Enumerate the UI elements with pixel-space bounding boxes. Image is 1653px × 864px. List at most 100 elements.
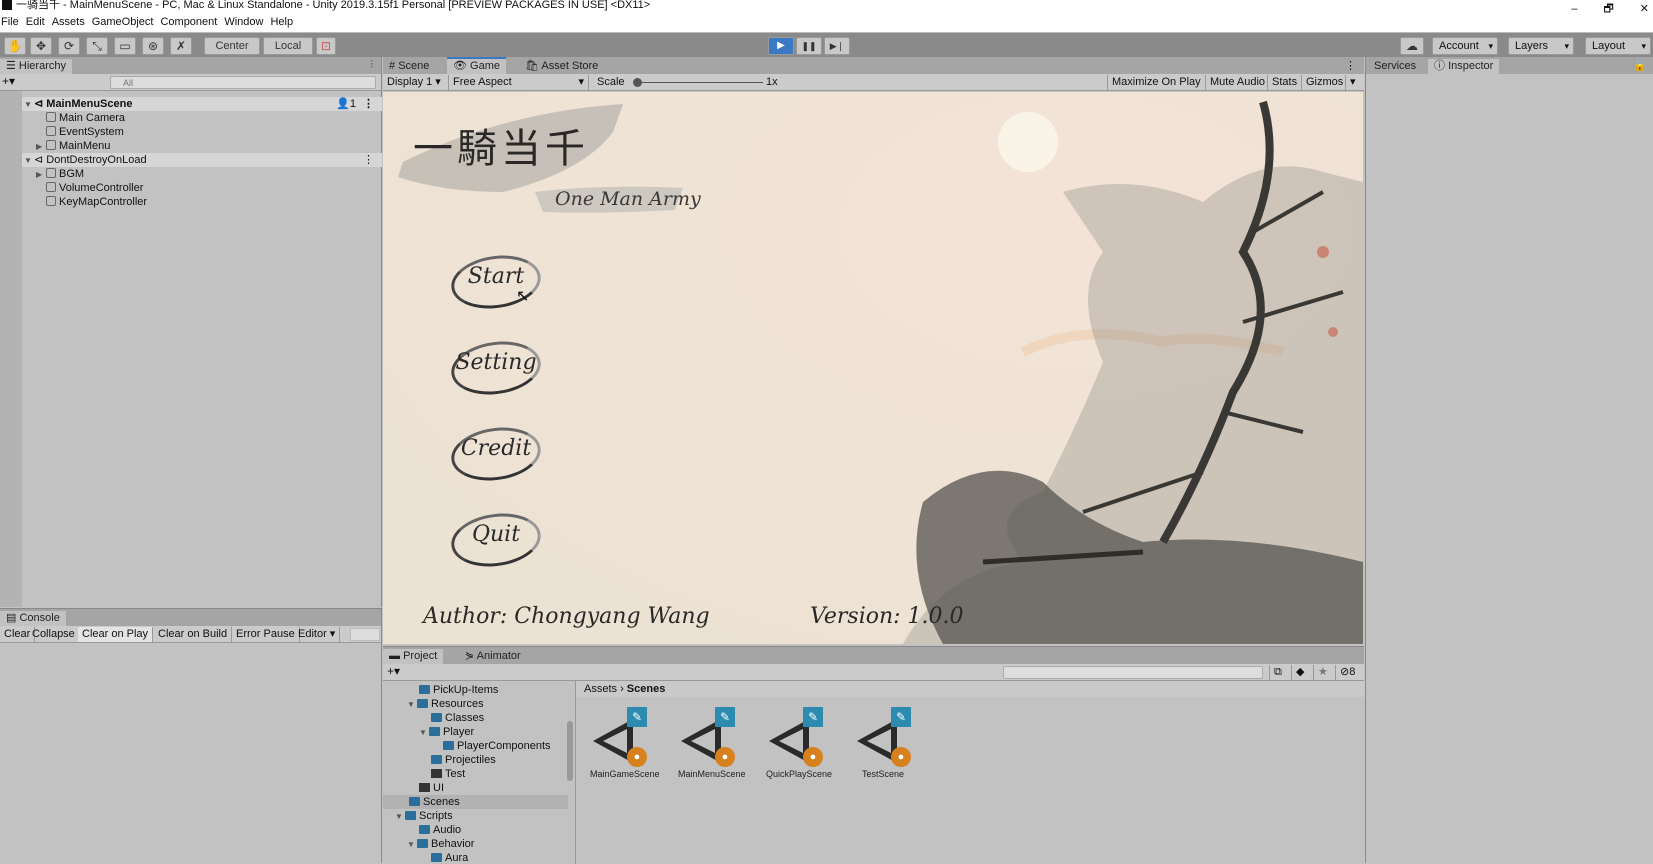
folder-icon <box>405 811 416 820</box>
error-pause-toggle[interactable]: Error Pause <box>232 627 300 642</box>
tab-console[interactable]: ▤ Console <box>0 611 66 626</box>
scene-asset[interactable]: ✎ ● MainMenuScene <box>678 707 746 779</box>
hierarchy-item[interactable]: ▶ MainMenu <box>36 139 110 153</box>
more-icon[interactable]: ⋮ <box>363 153 374 167</box>
tab-project[interactable]: ▬ Project <box>383 649 444 664</box>
folder-item[interactable]: Aura <box>431 851 468 864</box>
maximize-on-play-toggle[interactable]: Maximize On Play <box>1107 75 1205 90</box>
scale-slider-handle[interactable] <box>633 78 642 87</box>
folder-item[interactable]: Projectiles <box>431 753 496 767</box>
credit-button[interactable]: Credit <box>451 424 541 480</box>
snap-icon[interactable]: ⊡ <box>316 37 336 55</box>
search-by-label-icon[interactable]: ◆ <box>1291 665 1308 680</box>
folder-item[interactable]: PlayerComponents <box>443 739 551 753</box>
folder-item[interactable]: Test <box>431 767 465 781</box>
folder-icon <box>443 741 454 750</box>
mute-audio-toggle[interactable]: Mute Audio <box>1205 75 1269 90</box>
scale-slider[interactable] <box>633 78 763 87</box>
pause-button[interactable]: ❚❚ <box>796 37 822 55</box>
menu-assets[interactable]: Assets <box>52 16 85 28</box>
folder-item[interactable]: Classes <box>431 711 484 725</box>
quit-button[interactable]: Quit <box>451 510 541 566</box>
layout-dropdown[interactable]: Layout <box>1585 37 1651 55</box>
pivot-center-button[interactable]: Center <box>204 37 260 55</box>
menu-window[interactable]: Window <box>224 16 263 28</box>
menu-gameobject[interactable]: GameObject <box>92 16 154 28</box>
pivot-local-button[interactable]: Local <box>263 37 313 55</box>
menu-component[interactable]: Component <box>160 16 217 28</box>
tab-game[interactable]: 👁 Game <box>447 57 506 74</box>
rotate-tool-icon[interactable]: ⟳ <box>58 37 80 55</box>
aspect-dropdown[interactable]: Free Aspect ▾ <box>449 75 589 90</box>
clear-on-play-toggle[interactable]: Clear on Play <box>78 627 154 642</box>
hierarchy-item-scene[interactable]: ▼ ⊲ DontDestroyOnLoad ⋮ <box>22 153 382 167</box>
search-by-type-icon[interactable]: ⧉ <box>1269 665 1286 680</box>
tree-scrollbar[interactable] <box>567 721 573 781</box>
folder-item[interactable]: ▼ Behavior <box>407 837 474 851</box>
breadcrumb-scenes[interactable]: Scenes <box>627 683 666 695</box>
layers-dropdown[interactable]: Layers <box>1508 37 1574 55</box>
account-dropdown[interactable]: Account <box>1432 37 1498 55</box>
display-dropdown[interactable]: Display 1 ▾ <box>383 75 449 90</box>
tab-animator[interactable]: ⋟ Animator <box>459 649 527 664</box>
more-icon[interactable]: ⋮ <box>363 97 374 111</box>
folder-item[interactable]: PickUp-Items <box>419 683 498 697</box>
folder-item[interactable]: ▼ Resources <box>407 697 484 711</box>
game-view[interactable]: 一騎当千 One Man Army Start ↖ Setting Credit… <box>383 92 1363 644</box>
folder-icon <box>429 727 440 736</box>
step-button[interactable]: ▶❘ <box>824 37 850 55</box>
folder-item[interactable]: Audio <box>419 823 461 837</box>
tab-scene[interactable]: # Scene <box>383 59 435 74</box>
menu-file[interactable]: File <box>1 16 19 28</box>
folder-item[interactable]: ▼ Player <box>419 725 474 739</box>
hierarchy-item[interactable]: KeyMapController <box>46 195 147 209</box>
scale-tool-icon[interactable]: ⤡ <box>86 37 108 55</box>
setting-button[interactable]: Setting <box>451 338 541 394</box>
tab-inspector[interactable]: ⓘ Inspector <box>1428 59 1500 74</box>
lock-icon[interactable]: ⫶ <box>370 59 373 72</box>
hierarchy-item[interactable]: Main Camera <box>46 111 125 125</box>
hidden-packages-toggle[interactable]: ⊘8 <box>1335 665 1359 680</box>
create-button[interactable]: +▾ <box>2 74 15 88</box>
favorites-icon[interactable]: ★ <box>1313 665 1332 680</box>
tab-asset-store[interactable]: 🛍 Asset Store <box>519 59 604 74</box>
item-label: MainMenuScene <box>46 98 133 110</box>
main-toolbar: ✋ ✥ ⟳ ⤡ ▭ ⊛ ✗ Center Local ⊡ ▶ ❚❚ ▶❘ ☁ A… <box>0 32 1653 57</box>
move-tool-icon[interactable]: ✥ <box>30 37 52 55</box>
menu-help[interactable]: Help <box>270 16 293 28</box>
console-search-input[interactable] <box>350 628 380 641</box>
hand-tool-icon[interactable]: ✋ <box>4 37 26 55</box>
lock-icon[interactable]: 🔓 <box>1633 59 1647 72</box>
hierarchy-item[interactable]: VolumeController <box>46 181 143 195</box>
project-search-input[interactable] <box>1003 666 1263 679</box>
window-title: 一骑当千 - MainMenuScene - PC, Mac & Linux S… <box>16 0 651 11</box>
scene-asset[interactable]: ✎ ● TestScene <box>854 707 912 779</box>
menu-edit[interactable]: Edit <box>26 16 45 28</box>
hierarchy-item[interactable]: ▶ BGM <box>36 167 84 181</box>
game-title: 一騎当千 <box>413 126 589 172</box>
rect-tool-icon[interactable]: ▭ <box>114 37 136 55</box>
clear-on-build-toggle[interactable]: Clear on Build <box>154 627 233 642</box>
editor-dropdown[interactable]: Editor ▾ <box>294 627 341 642</box>
create-button[interactable]: +▾ <box>387 664 400 678</box>
more-icon[interactable]: ⋮ <box>1345 59 1356 72</box>
folder-item[interactable]: UI <box>419 781 444 795</box>
folder-item[interactable]: ▼ Scripts <box>395 809 453 823</box>
stats-toggle[interactable]: Stats <box>1267 75 1301 90</box>
scene-asset[interactable]: ✎ ● MainGameScene <box>590 707 660 779</box>
hierarchy-item-scene[interactable]: ▼ ⊲ MainMenuScene 👤1 ⋮ <box>22 97 382 111</box>
transform-tool-icon[interactable]: ⊛ <box>142 37 164 55</box>
collapse-button[interactable]: Collapse <box>28 627 80 642</box>
play-button[interactable]: ▶ <box>768 37 794 55</box>
scene-asset[interactable]: ✎ ● QuickPlayScene <box>766 707 832 779</box>
hierarchy-item[interactable]: EventSystem <box>46 125 124 139</box>
hierarchy-search-input[interactable] <box>110 76 376 89</box>
tab-services[interactable]: Services <box>1368 59 1422 74</box>
folder-item-selected[interactable]: Scenes <box>383 795 568 809</box>
gizmos-toggle[interactable]: Gizmos <box>1301 75 1347 90</box>
breadcrumb-assets[interactable]: Assets <box>584 683 617 695</box>
custom-tool-icon[interactable]: ✗ <box>170 37 192 55</box>
gizmos-dropdown[interactable]: ▾ <box>1345 75 1360 90</box>
tab-hierarchy[interactable]: ☰ Hierarchy <box>0 59 72 74</box>
cloud-icon[interactable]: ☁ <box>1400 37 1424 55</box>
